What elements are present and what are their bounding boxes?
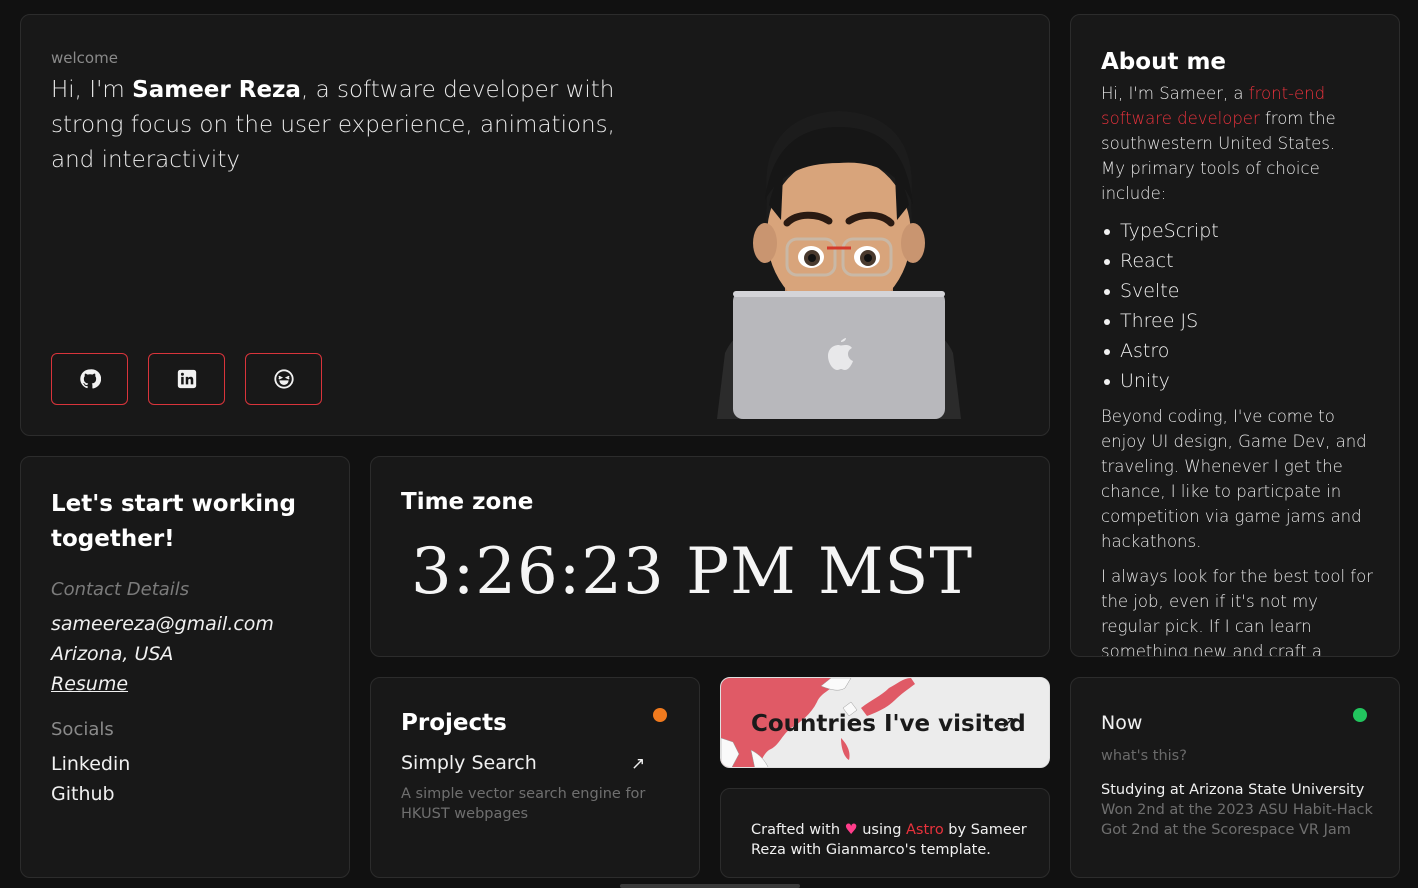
countries-card[interactable]: Countries I've visited ↗ — [720, 677, 1050, 768]
about-paragraph-2: I always look for the best tool for the … — [1101, 567, 1373, 657]
tool-item: Three JS — [1101, 306, 1377, 336]
socials-label: Socials — [51, 719, 114, 740]
tool-item: Svelte — [1101, 276, 1377, 306]
contact-card: Let's start working together! Contact De… — [20, 456, 350, 878]
fun-button[interactable] — [245, 353, 322, 405]
tools-intro: My primary tools of choice include: — [1101, 159, 1320, 203]
arrow-up-right-icon[interactable]: ↗ — [1001, 713, 1015, 733]
arrow-up-right-icon[interactable]: ↗ — [631, 754, 645, 774]
about-title: About me — [1101, 49, 1227, 75]
linkedin-link[interactable]: Linkedin — [51, 749, 130, 779]
hero-name: Sameer Reza — [132, 77, 301, 103]
resume-link[interactable]: Resume — [51, 669, 274, 699]
now-item: Got 2nd at the Scorespace VR Jam — [1101, 822, 1351, 838]
credits-text: Crafted with ♥ using Astro by Sameer Rez… — [751, 820, 1031, 860]
status-dot-icon — [1353, 708, 1367, 722]
status-dot-icon — [653, 708, 667, 722]
github-link[interactable]: Github — [51, 779, 130, 809]
hero-card: welcome Hi, I'm Sameer Reza, a software … — [20, 14, 1050, 436]
clock-display: 3:26:23 PM MST — [411, 535, 974, 609]
project-name[interactable]: Simply Search — [401, 752, 537, 774]
countries-title: Countries I've visited — [751, 711, 1026, 737]
location-text: Arizona, USA — [51, 643, 174, 665]
about-card: About me Hi, I'm Sameer, a front-end sof… — [1070, 14, 1400, 657]
linkedin-button[interactable] — [148, 353, 225, 405]
about-paragraph-1: Beyond coding, I've come to enjoy UI des… — [1101, 407, 1367, 551]
now-card: Now what's this? Studying at Arizona Sta… — [1070, 677, 1400, 878]
memoji-avatar — [717, 111, 961, 419]
timezone-title: Time zone — [401, 489, 534, 515]
contact-title: Let's start working together! — [51, 491, 296, 552]
credits-pre: Crafted with — [751, 822, 845, 838]
tool-item: Astro — [1101, 336, 1377, 366]
email-link[interactable]: sameereza@gmail.com — [51, 609, 274, 639]
credits-card: Crafted with ♥ using Astro by Sameer Rez… — [720, 788, 1050, 878]
about-intro-pre: Hi, I'm Sameer, a — [1101, 84, 1249, 103]
contact-details-label: Contact Details — [51, 579, 190, 600]
smiley-icon — [273, 369, 294, 389]
linkedin-icon — [177, 369, 196, 389]
now-item: Studying at Arizona State University — [1101, 782, 1365, 798]
heart-icon: ♥ — [844, 822, 858, 838]
tools-list: TypeScript React Svelte Three JS Astro U… — [1101, 216, 1377, 396]
hero-intro: Hi, I'm Sameer Reza, a software develope… — [51, 73, 651, 178]
projects-card[interactable]: Projects Simply Search ↗ A simple vector… — [370, 677, 700, 878]
about-intro: Hi, I'm Sameer, a front-end software dev… — [1101, 81, 1377, 156]
github-icon — [79, 369, 101, 389]
scrollbar-hint — [620, 884, 800, 888]
hero-greeting-pre: Hi, I'm — [51, 77, 133, 103]
astro-link[interactable]: Astro — [906, 822, 944, 838]
whats-this-link[interactable]: what's this? — [1101, 748, 1187, 764]
welcome-label: welcome — [51, 49, 118, 67]
credits-mid: using — [857, 822, 907, 838]
tool-item: TypeScript — [1101, 216, 1377, 246]
social-buttons — [51, 353, 322, 405]
projects-title: Projects — [401, 710, 507, 736]
github-button[interactable] — [51, 353, 128, 405]
timezone-card: Time zone 3:26:23 PM MST — [370, 456, 1050, 657]
project-description: A simple vector search engine for HKUST … — [401, 786, 646, 822]
tool-item: React — [1101, 246, 1377, 276]
now-item: Won 2nd at the 2023 ASU Habit-Hack — [1101, 802, 1373, 818]
now-title: Now — [1101, 712, 1143, 734]
tool-item: Unity — [1101, 366, 1377, 396]
